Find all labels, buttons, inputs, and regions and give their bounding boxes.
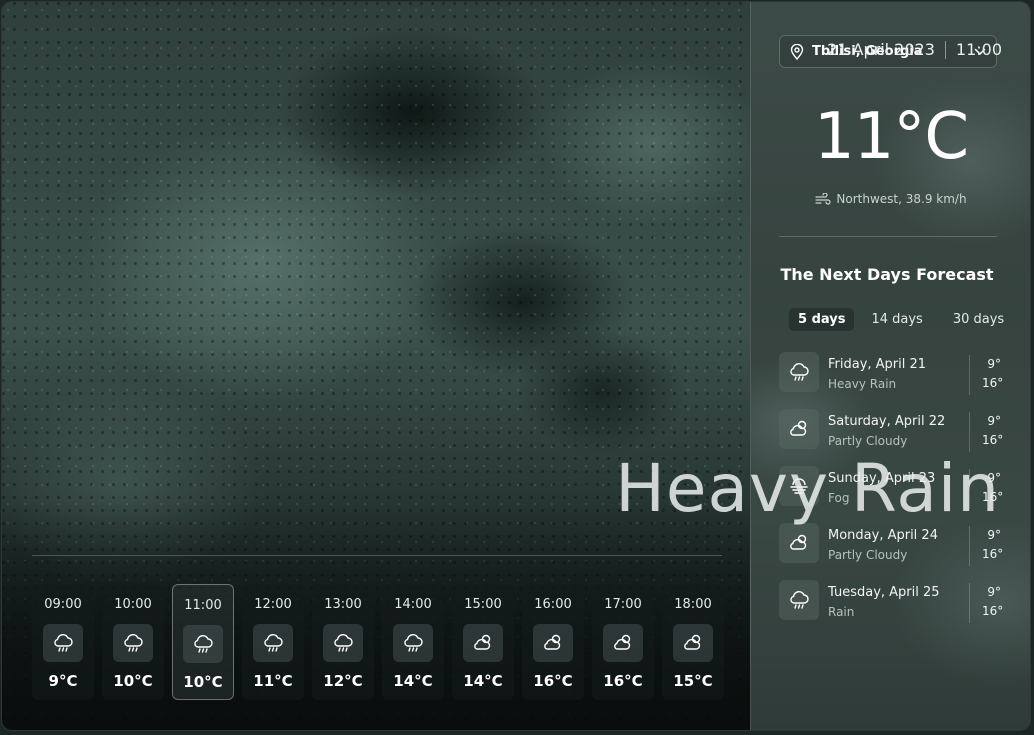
hour-card[interactable]: 15:00 14°C xyxy=(452,584,514,700)
day-low: 9° xyxy=(987,585,1001,599)
hour-card[interactable]: 09:00 9°C xyxy=(32,584,94,700)
day-high: 16° xyxy=(982,547,1004,561)
day-condition: Partly Cloudy xyxy=(828,434,908,448)
forecast-title: The Next Days Forecast xyxy=(780,265,994,284)
hourly-forecast: 09:00 9°C 10:00 10°C 11:00 10°C 12:00 11… xyxy=(32,584,724,700)
hour-temp: 16°C xyxy=(533,672,573,690)
hour-time: 13:00 xyxy=(324,597,362,612)
day-info: Tuesday, April 25 Rain xyxy=(828,580,969,619)
hour-time: 10:00 xyxy=(114,597,152,612)
day-temps: 9° 16° xyxy=(969,412,1004,452)
current-datetime: 21 April 2023 11:00 xyxy=(827,40,1002,59)
rain-cloud-icon xyxy=(393,624,433,662)
day-temps: 9° 16° xyxy=(969,583,1004,623)
rain-cloud-icon xyxy=(253,624,293,662)
daily-forecast-item[interactable]: Monday, April 24 Partly Cloudy 9° 16° xyxy=(779,523,1004,580)
location-pin-icon xyxy=(790,43,804,60)
day-low: 9° xyxy=(987,414,1001,428)
tab-14-days[interactable]: 14 days xyxy=(862,308,931,331)
hour-card[interactable]: 17:00 16°C xyxy=(592,584,654,700)
current-condition: Heavy Rain xyxy=(615,450,1000,527)
current-temperature: 11°C xyxy=(813,100,969,174)
forecast-sidebar: Tbilisi, Georgia 11°C Northwest, 38.9 km… xyxy=(750,2,1030,730)
forecast-range-tabs: 5 days 14 days 30 days xyxy=(789,308,1013,331)
hour-time: 12:00 xyxy=(254,597,292,612)
daily-forecast-item[interactable]: Friday, April 21 Heavy Rain 9° 16° xyxy=(779,352,1004,409)
rain-cloud-icon xyxy=(779,352,819,392)
rain-cloud-icon xyxy=(779,580,819,620)
hour-time: 09:00 xyxy=(44,597,82,612)
day-low: 9° xyxy=(987,528,1001,542)
day-low: 9° xyxy=(987,357,1001,371)
day-date: Monday, April 24 xyxy=(828,528,938,543)
partly-cloudy-icon xyxy=(463,624,503,662)
hour-temp: 12°C xyxy=(323,672,363,690)
day-condition: Heavy Rain xyxy=(828,377,897,391)
hour-temp: 10°C xyxy=(183,673,223,691)
daily-forecast-item[interactable]: Tuesday, April 25 Rain 9° 16° xyxy=(779,580,1004,637)
hour-time: 18:00 xyxy=(674,597,712,612)
hour-temp: 11°C xyxy=(253,672,293,690)
hour-time: 16:00 xyxy=(534,597,572,612)
hour-time: 17:00 xyxy=(604,597,642,612)
day-info: Friday, April 21 Heavy Rain xyxy=(828,352,969,391)
hour-temp: 15°C xyxy=(673,672,713,690)
rain-cloud-icon xyxy=(183,625,223,663)
hour-temp: 14°C xyxy=(393,672,433,690)
current-date: 21 April 2023 xyxy=(827,40,935,59)
partly-cloudy-icon xyxy=(673,624,713,662)
hour-temp: 10°C xyxy=(113,672,153,690)
hour-card[interactable]: 13:00 12°C xyxy=(312,584,374,700)
rain-cloud-icon xyxy=(43,624,83,662)
hour-card[interactable]: 12:00 11°C xyxy=(242,584,304,700)
hour-temp: 9°C xyxy=(48,672,78,690)
day-high: 16° xyxy=(982,433,1004,447)
wind-icon xyxy=(815,193,831,205)
hour-temp: 16°C xyxy=(603,672,643,690)
day-condition: Rain xyxy=(828,605,855,619)
datetime-separator xyxy=(944,40,946,59)
day-high: 16° xyxy=(982,376,1004,390)
hour-time: 15:00 xyxy=(464,597,502,612)
partly-cloudy-icon xyxy=(779,409,819,449)
day-date: Saturday, April 22 xyxy=(828,414,946,429)
day-condition: Partly Cloudy xyxy=(828,548,908,562)
rain-cloud-icon xyxy=(323,624,363,662)
day-high: 16° xyxy=(982,604,1004,618)
partly-cloudy-icon xyxy=(779,523,819,563)
day-info: Monday, April 24 Partly Cloudy xyxy=(828,523,969,562)
weather-app: 21 April 2023 11:00 Heavy Rain 09:00 9°C… xyxy=(2,2,1030,730)
wind-text: Northwest, 38.9 km/h xyxy=(836,192,967,206)
hour-temp: 14°C xyxy=(463,672,503,690)
day-date: Tuesday, April 25 xyxy=(828,585,940,600)
current-time: 11:00 xyxy=(955,40,1002,59)
wind-info: Northwest, 38.9 km/h xyxy=(751,192,1030,206)
day-info: Saturday, April 22 Partly Cloudy xyxy=(828,409,969,448)
partly-cloudy-icon xyxy=(603,624,643,662)
hour-card[interactable]: 18:00 15°C xyxy=(662,584,724,700)
tab-30-days[interactable]: 30 days xyxy=(944,308,1013,331)
hour-card-selected[interactable]: 11:00 10°C xyxy=(172,584,234,700)
hour-card[interactable]: 16:00 16°C xyxy=(522,584,584,700)
hour-card[interactable]: 10:00 10°C xyxy=(102,584,164,700)
rain-cloud-icon xyxy=(113,624,153,662)
partly-cloudy-icon xyxy=(533,624,573,662)
day-temps: 9° 16° xyxy=(969,526,1004,566)
hour-time: 11:00 xyxy=(184,598,222,613)
hour-time: 14:00 xyxy=(394,597,432,612)
day-date: Friday, April 21 xyxy=(828,357,927,372)
hour-card[interactable]: 14:00 14°C xyxy=(382,584,444,700)
sidebar-divider xyxy=(779,236,997,237)
day-temps: 9° 16° xyxy=(969,355,1004,395)
hourly-divider xyxy=(32,555,722,556)
tab-5-days[interactable]: 5 days xyxy=(789,308,855,331)
